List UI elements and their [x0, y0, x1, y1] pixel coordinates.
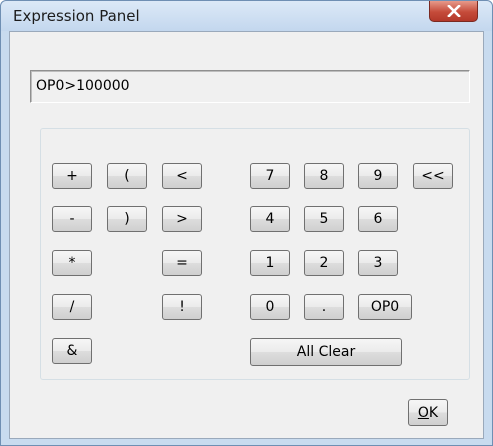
- close-paren-button[interactable]: ): [107, 206, 147, 232]
- title-bar[interactable]: Expression Panel: [1, 1, 492, 31]
- digit-8-button[interactable]: 8: [304, 163, 344, 189]
- less-than-button[interactable]: <: [162, 163, 202, 189]
- digit-5-button[interactable]: 5: [304, 206, 344, 232]
- all-clear-button[interactable]: All Clear: [250, 338, 402, 366]
- ok-label-rest: K: [428, 404, 439, 421]
- digit-6-button[interactable]: 6: [358, 206, 398, 232]
- expression-value: OP0>100000: [36, 78, 130, 94]
- digit-3-button[interactable]: 3: [358, 250, 398, 276]
- digit-2-button[interactable]: 2: [304, 250, 344, 276]
- digit-7-button[interactable]: 7: [250, 163, 290, 189]
- expression-panel-window: Expression Panel OP0>100000 + - * / & ( …: [0, 0, 493, 446]
- digit-4-button[interactable]: 4: [250, 206, 290, 232]
- divide-button[interactable]: /: [52, 294, 92, 320]
- digit-9-button[interactable]: 9: [358, 163, 398, 189]
- backspace-button[interactable]: <<: [413, 163, 453, 189]
- decimal-point-button[interactable]: .: [304, 294, 344, 320]
- dialog-client-area: OP0>100000 + - * / & ( ) < > = ! 7 8 9 <…: [9, 31, 484, 439]
- not-button[interactable]: !: [162, 294, 202, 320]
- ok-button[interactable]: OK: [408, 399, 448, 426]
- window-title: Expression Panel: [13, 7, 140, 25]
- close-icon: [446, 5, 461, 17]
- greater-than-button[interactable]: >: [162, 206, 202, 232]
- equals-button[interactable]: =: [162, 250, 202, 276]
- digit-1-button[interactable]: 1: [250, 250, 290, 276]
- op0-button[interactable]: OP0: [358, 294, 412, 320]
- and-button[interactable]: &: [52, 338, 92, 364]
- digit-0-button[interactable]: 0: [250, 294, 290, 320]
- expression-field[interactable]: OP0>100000: [30, 70, 470, 103]
- open-paren-button[interactable]: (: [107, 163, 147, 189]
- minus-button[interactable]: -: [52, 206, 92, 232]
- ok-mnemonic: O: [417, 404, 429, 421]
- plus-button[interactable]: +: [52, 163, 92, 189]
- close-button[interactable]: [429, 1, 478, 22]
- multiply-button[interactable]: *: [52, 250, 92, 276]
